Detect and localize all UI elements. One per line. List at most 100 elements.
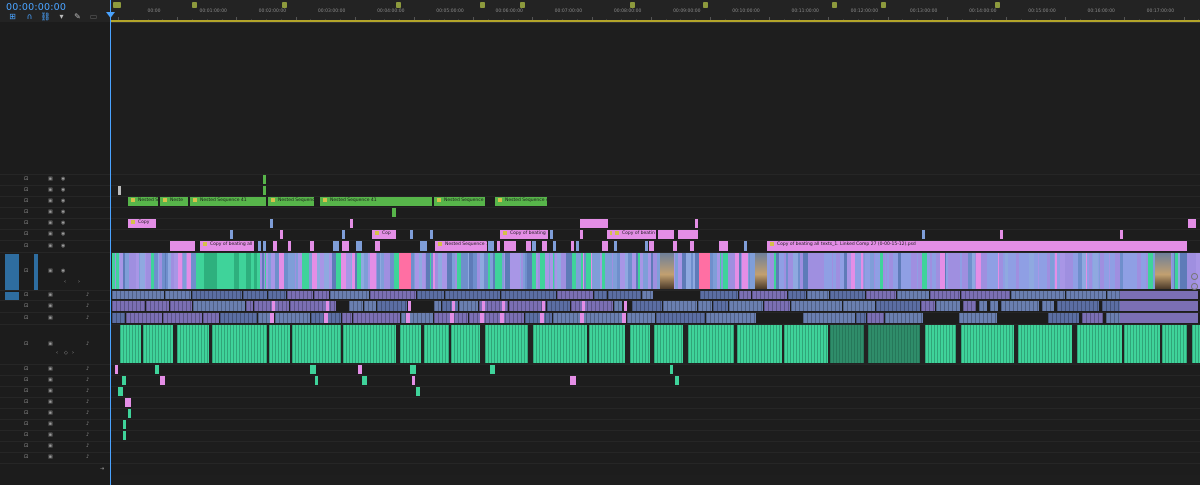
keyframe-prev-icon[interactable]: ‹ — [56, 351, 58, 356]
lock-icon[interactable]: ⊡ — [24, 433, 28, 438]
timeline-marker[interactable] — [116, 2, 121, 8]
sync-lock-icon[interactable]: ▣ — [48, 444, 53, 449]
nested-sequence-clip[interactable]: Nested Sequence — [268, 197, 314, 206]
audio-clip[interactable] — [416, 387, 420, 396]
audio-clip[interactable] — [1042, 301, 1054, 311]
eye-icon[interactable]: ◉ — [61, 210, 65, 215]
audio-clip[interactable] — [377, 301, 407, 311]
video-clip[interactable] — [392, 208, 396, 217]
microphone-icon[interactable]: ♪ — [86, 400, 89, 405]
audio-clip[interactable] — [739, 291, 751, 299]
audio-clip[interactable] — [330, 291, 369, 299]
video-clip[interactable] — [488, 241, 494, 251]
audio-clip[interactable] — [442, 301, 458, 311]
playhead-line[interactable] — [110, 0, 111, 485]
audio-clip[interactable] — [500, 313, 504, 323]
audio-clip[interactable] — [160, 376, 165, 385]
title-clip[interactable]: Copy of beating all — [200, 241, 254, 251]
video-clip[interactable] — [571, 241, 574, 251]
video-clip[interactable] — [288, 241, 291, 251]
track-area[interactable]: Nested S Neste Nested Sequence 41 Nested Se… — [110, 22, 1200, 485]
audio-clip[interactable] — [370, 291, 416, 299]
video-clip[interactable] — [513, 241, 516, 251]
video-thumbnail[interactable] — [755, 253, 767, 289]
audio-clip[interactable] — [112, 301, 145, 311]
audio-clip[interactable] — [412, 376, 415, 385]
audio-clip[interactable] — [480, 313, 484, 323]
audio-clip[interactable] — [784, 325, 828, 363]
nested-sequence-clip[interactable]: Nested Sequence 4 — [434, 197, 485, 206]
sync-lock-icon[interactable]: ▣ — [48, 455, 53, 460]
audio-clip[interactable] — [400, 325, 421, 363]
audio-clip[interactable] — [353, 313, 400, 323]
sync-lock-icon[interactable]: ▣ — [48, 316, 53, 321]
audio-clip[interactable] — [713, 301, 728, 311]
audio-clip[interactable] — [269, 325, 290, 363]
audio-clip[interactable] — [343, 325, 396, 363]
nested-sequence-clip[interactable]: Neste — [160, 197, 188, 206]
audio-clip[interactable] — [1106, 313, 1121, 323]
audio-clip[interactable] — [270, 313, 274, 323]
audio-clip[interactable] — [700, 291, 738, 299]
video-clip[interactable] — [744, 241, 747, 251]
audio-clip[interactable] — [123, 431, 126, 440]
audio-clip[interactable] — [642, 291, 653, 299]
timeline-marker[interactable] — [192, 2, 197, 8]
audio-clip[interactable] — [177, 325, 209, 363]
video-clip[interactable] — [550, 230, 553, 239]
audio-clip[interactable] — [112, 313, 125, 323]
keyframe-next-icon[interactable]: › — [72, 351, 74, 356]
sync-lock-icon[interactable]: ▣ — [48, 293, 53, 298]
snap-icon[interactable]: ∩ — [25, 13, 34, 21]
audio-clip[interactable] — [570, 376, 576, 385]
source-patch-v1[interactable] — [5, 254, 19, 290]
audio-clip[interactable] — [126, 313, 162, 323]
lock-icon[interactable]: ⊡ — [24, 304, 28, 309]
video-clip[interactable] — [263, 175, 266, 184]
microphone-icon[interactable]: ♪ — [86, 304, 89, 309]
lock-icon[interactable]: ⊡ — [24, 400, 28, 405]
title-clip[interactable]: Copy — [128, 219, 156, 228]
audio-clip[interactable] — [961, 325, 1014, 363]
lock-icon[interactable]: ⊡ — [24, 378, 28, 383]
title-clip[interactable] — [678, 230, 698, 239]
title-clip[interactable]: Cop — [372, 230, 396, 239]
video-clip[interactable] — [645, 241, 648, 251]
audio-clip[interactable] — [533, 325, 587, 363]
microphone-icon[interactable]: ♪ — [86, 293, 89, 298]
audio-clip[interactable] — [729, 301, 763, 311]
audio-clip[interactable] — [580, 313, 584, 323]
video-clip[interactable] — [724, 241, 728, 251]
sync-lock-icon[interactable]: ▣ — [48, 378, 53, 383]
audio-clip[interactable] — [1066, 291, 1106, 299]
audio-clip[interactable] — [1124, 325, 1160, 363]
audio-clip[interactable] — [921, 301, 935, 311]
audio-clip[interactable] — [979, 301, 987, 311]
title-clip[interactable]: Copy of beating all texts_1. Linked Comp… — [767, 241, 1187, 251]
title-clip[interactable] — [170, 241, 195, 251]
audio-clip[interactable] — [990, 301, 998, 311]
video-clip[interactable] — [430, 230, 433, 239]
microphone-icon[interactable]: ♪ — [86, 378, 89, 383]
timeline-marker[interactable] — [703, 2, 708, 8]
audio-clip[interactable] — [688, 325, 734, 363]
audio-clip[interactable] — [897, 291, 929, 299]
audio-clip[interactable] — [654, 325, 683, 363]
video-clip[interactable] — [270, 219, 273, 228]
microphone-icon[interactable]: ♪ — [86, 411, 89, 416]
audio-clip[interactable] — [502, 301, 505, 311]
video-clip[interactable] — [420, 241, 427, 251]
audio-clip[interactable] — [876, 301, 920, 311]
audio-clip[interactable] — [268, 291, 286, 299]
audio-clip[interactable] — [170, 301, 192, 311]
audio-clip[interactable] — [243, 291, 267, 299]
video-clip[interactable] — [1188, 219, 1196, 228]
eye-icon[interactable]: ◉ — [61, 244, 65, 249]
audio-clip[interactable] — [417, 291, 444, 299]
audio-clip[interactable] — [408, 301, 411, 311]
audio-clip[interactable] — [424, 325, 449, 363]
video-clip[interactable] — [542, 241, 547, 251]
video-clip[interactable] — [118, 186, 121, 195]
audio-clip[interactable] — [540, 313, 544, 323]
timeline-marker[interactable] — [396, 2, 401, 8]
